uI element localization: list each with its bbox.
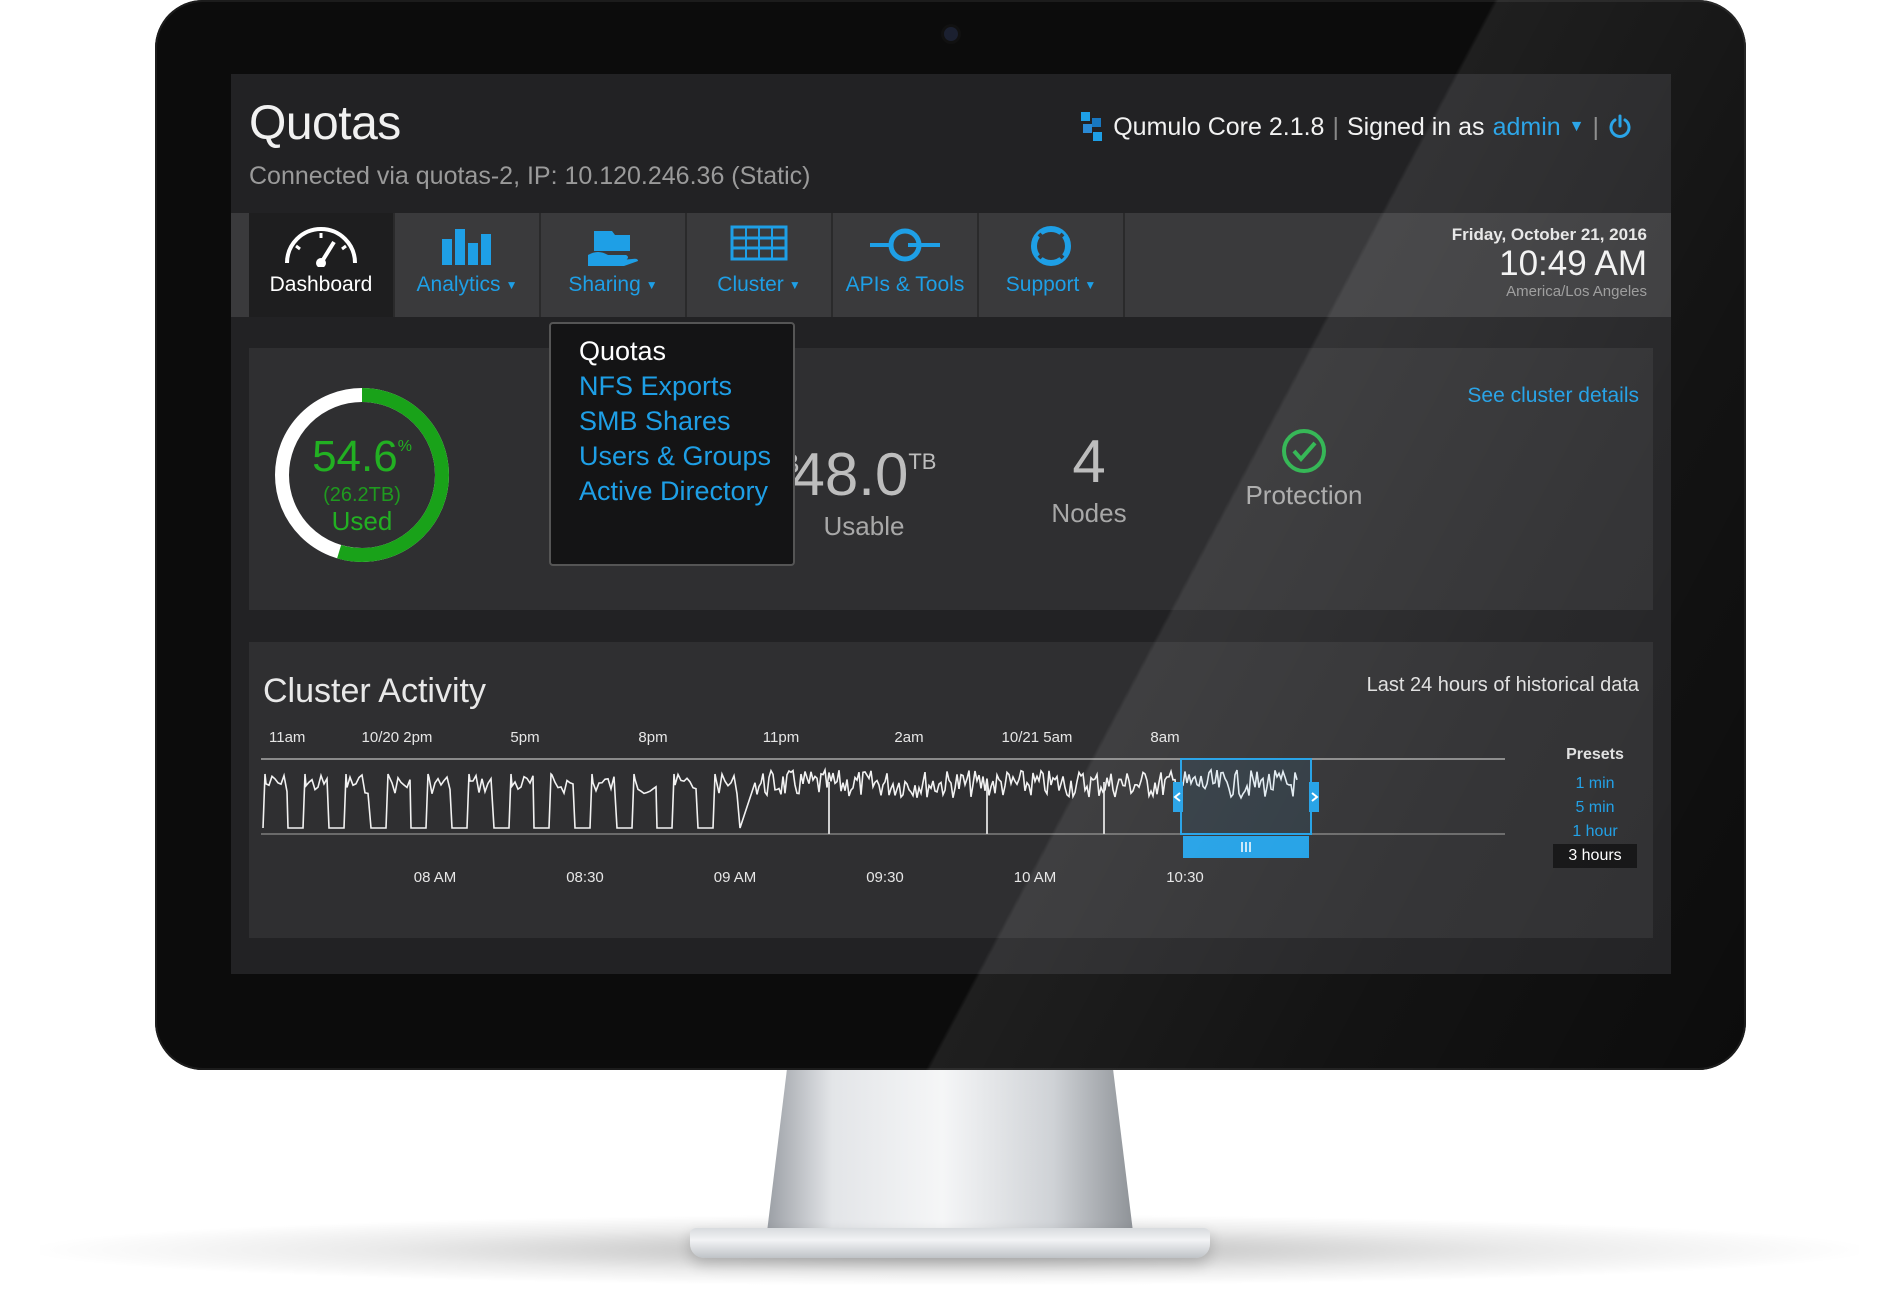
top-tick-label: 5pm: [510, 729, 539, 746]
caret-down-icon[interactable]: ▼: [1569, 118, 1585, 136]
see-cluster-details-link[interactable]: See cluster details: [1467, 384, 1639, 408]
used-percent: 54.6%: [312, 432, 412, 481]
menu-item-smb-shares[interactable]: SMB Shares: [579, 406, 731, 437]
bottom-tick-label: 08 AM: [414, 869, 457, 886]
bottom-tick-label: 09 AM: [714, 869, 757, 886]
tab-label: Cluster ▼: [717, 273, 801, 296]
timeline-top-ticks: 11am 10/20 2pm 5pm 8pm 11pm 2am 10/21 5am 8am: [269, 729, 1180, 746]
top-tick-label: 8am: [1150, 729, 1179, 746]
divider: |: [1592, 112, 1600, 141]
lifebuoy-icon: [1031, 226, 1071, 266]
tab-analytics[interactable]: Analytics ▼: [395, 213, 541, 317]
speedometer-icon: [285, 227, 357, 267]
bottom-tick-label: 10:30: [1166, 869, 1204, 886]
top-tick-label: 11pm: [763, 729, 799, 746]
sharing-hand-icon: [588, 231, 638, 266]
nodes-value: 4: [1072, 428, 1106, 495]
tab-label: Support ▼: [1005, 273, 1097, 296]
presets-panel: Presets 1 min 5 min 1 hour 3 hours: [1553, 746, 1637, 868]
signed-in-label: Signed in as: [1346, 112, 1485, 141]
power-icon[interactable]: [1607, 114, 1633, 140]
plug-icon: [870, 228, 940, 262]
user-menu[interactable]: admin: [1493, 113, 1561, 142]
bottom-tick-label: 09:30: [866, 869, 904, 886]
selection-range: [1180, 758, 1312, 835]
tab-support[interactable]: Support ▼: [979, 213, 1125, 317]
top-tick-label: 2am: [894, 729, 923, 746]
divider: |: [1332, 112, 1339, 141]
top-tick-label: 8pm: [638, 729, 667, 746]
preset-1-hour[interactable]: 1 hour: [1553, 820, 1637, 844]
monitor-stand-base: [690, 1228, 1210, 1258]
camera-icon: [944, 27, 958, 41]
timeline-bottom-ticks: 08 AM 08:30 09 AM 09:30 10 AM 10:30: [414, 869, 1204, 886]
preset-5-min[interactable]: 5 min: [1553, 796, 1637, 820]
tab-dashboard[interactable]: Dashboard: [249, 213, 395, 317]
top-tick-label: 10/21 5am: [1002, 729, 1073, 746]
protection-stat: Protection: [1239, 428, 1369, 511]
timezone: America/Los Angeles: [1506, 283, 1647, 300]
caret-down-icon: ▼: [505, 278, 518, 292]
bar-chart-icon: [442, 229, 491, 265]
cluster-stats-panel: 54.6% (26.2TB) Used B 48.0TB Usable 4 No…: [249, 348, 1653, 610]
tab-sharing[interactable]: Sharing ▼: [541, 213, 687, 317]
activity-line: [262, 766, 1298, 829]
preset-3-hours[interactable]: 3 hours: [1553, 844, 1637, 868]
caret-down-icon: ▼: [788, 278, 801, 292]
used-tb: (26.2TB): [323, 484, 401, 506]
usable-label: Usable: [823, 511, 905, 541]
app-screen: Quotas Connected via quotas-2, IP: 10.12…: [231, 74, 1671, 974]
caret-down-icon: ▼: [1084, 278, 1097, 292]
activity-timeline[interactable]: 11am 10/20 2pm 5pm 8pm 11pm 2am 10/21 5am 8am: [249, 642, 1549, 938]
tab-label: Dashboard: [269, 273, 373, 296]
main-nav: Dashboard Analytics ▼ Sharing ▼ Cluster …: [231, 213, 1671, 317]
bottom-tick-label: 08:30: [566, 869, 604, 886]
nodes-label: Nodes: [1051, 498, 1127, 528]
qumulo-logo-icon: [1081, 112, 1103, 141]
bottom-tick-label: 10 AM: [1014, 869, 1057, 886]
menu-item-nfs-exports[interactable]: NFS Exports: [579, 371, 732, 402]
product-version: Qumulo Core 2.1.8: [1113, 112, 1325, 141]
monitor-bezel: Quotas Connected via quotas-2, IP: 10.12…: [155, 0, 1746, 1070]
usable-value: 48.0TB: [791, 441, 937, 508]
tab-label: Sharing ▼: [568, 273, 658, 296]
protection-label: Protection: [1245, 480, 1363, 510]
caret-down-icon: ▼: [645, 278, 658, 292]
menu-item-users-groups[interactable]: Users & Groups: [579, 441, 771, 472]
day-markers: [828, 782, 1105, 834]
top-tick-label: 10/20 2pm: [362, 729, 433, 746]
nodes-stat: 4 Nodes: [1029, 430, 1149, 529]
connection-info: Connected via quotas-2, IP: 10.120.246.3…: [249, 162, 811, 190]
menu-item-active-directory[interactable]: Active Directory: [579, 476, 768, 507]
sharing-dropdown-menu: Quotas NFS Exports SMB Shares Users & Gr…: [549, 322, 795, 566]
current-time: 10:49 AM: [1499, 244, 1647, 283]
checkmark-icon: [1282, 429, 1326, 473]
tab-apis-tools[interactable]: APIs & Tools: [833, 213, 979, 317]
account-bar: Qumulo Core 2.1.8 | Signed in as admin ▼…: [1079, 110, 1633, 144]
server-rack-icon: [730, 225, 788, 261]
monitor-stand: [766, 1060, 1134, 1240]
preset-1-min[interactable]: 1 min: [1553, 772, 1637, 796]
presets-heading: Presets: [1566, 746, 1624, 763]
tab-cluster[interactable]: Cluster ▼: [687, 213, 833, 317]
top-tick-label: 11am: [269, 729, 305, 746]
menu-item-quotas[interactable]: Quotas: [579, 336, 666, 367]
tab-label: APIs & Tools: [845, 273, 965, 296]
tab-label: Analytics ▼: [416, 273, 518, 296]
selection-window: [1173, 758, 1319, 858]
cluster-activity-panel: Cluster Activity Last 24 hours of histor…: [249, 642, 1653, 938]
page-title: Quotas: [249, 97, 401, 150]
clock: Friday, October 21, 2016 10:49 AM Americ…: [1452, 225, 1647, 300]
used-label: Used: [331, 506, 393, 536]
usable-stat: 48.0TB Usable: [789, 430, 939, 542]
capacity-readout: 54.6% (26.2TB) Used: [271, 384, 453, 566]
current-date: Friday, October 21, 2016: [1451, 225, 1647, 244]
